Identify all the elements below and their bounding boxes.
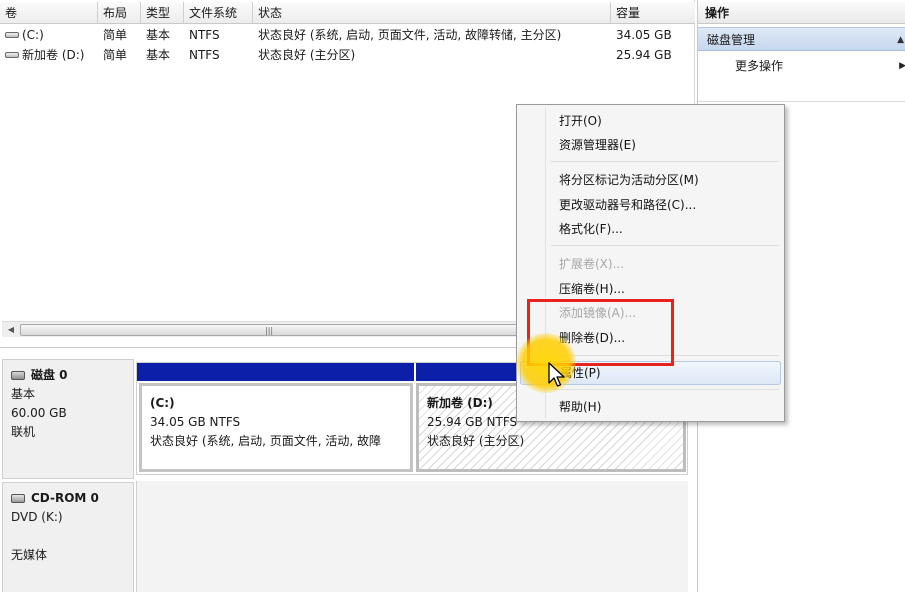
drive-icon xyxy=(5,32,19,38)
divider xyxy=(698,101,905,102)
disk-size: 60.00 GB xyxy=(11,406,67,420)
column-header-capacity[interactable]: 容量 xyxy=(611,2,695,24)
column-header-filesystem[interactable]: 文件系统 xyxy=(184,2,253,24)
volume-name: (C:) xyxy=(22,28,44,42)
disk-name: CD-ROM 0 xyxy=(31,491,99,505)
menu-item-change-drive-letter[interactable]: 更改驱动器号和路径(C)... xyxy=(520,193,781,217)
menu-item-shrink-volume[interactable]: 压缩卷(H)... xyxy=(520,277,781,301)
menu-separator xyxy=(551,389,779,390)
disk-media: 无媒体 xyxy=(11,548,48,562)
cd-rom-0-label[interactable]: CD-ROM 0 DVD (K:) 无媒体 xyxy=(2,482,134,592)
volume-filesystem: NTFS xyxy=(189,28,220,42)
menu-item-format[interactable]: 格式化(F)... xyxy=(520,217,781,241)
scrollbar-thumb[interactable]: ||| xyxy=(20,324,520,336)
disk-0-label[interactable]: 磁盘 0 基本 60.00 GB 联机 xyxy=(2,359,134,479)
menu-item-help[interactable]: 帮助(H) xyxy=(520,395,781,419)
table-row[interactable]: (C:) 简单 基本 NTFS 状态良好 (系统, 启动, 页面文件, 活动, … xyxy=(0,25,695,45)
caret-up-icon[interactable]: ▲ xyxy=(897,28,904,52)
volume-status: 状态良好 (系统, 启动, 页面文件, 活动, 故障转储, 主分区) xyxy=(258,28,562,42)
volume-type: 基本 xyxy=(146,28,171,42)
menu-item-open[interactable]: 打开(O) xyxy=(520,109,781,133)
actions-section-label: 磁盘管理 xyxy=(707,33,756,47)
volume-list-header: 卷 布局 类型 文件系统 状态 容量 xyxy=(0,2,695,24)
cd-rom-0-area xyxy=(136,481,688,592)
menu-item-extend-volume: 扩展卷(X)... xyxy=(559,257,625,271)
disk-type: DVD (K:) xyxy=(11,510,63,524)
more-actions-label: 更多操作 xyxy=(735,59,784,73)
disk-state: 联机 xyxy=(11,425,36,439)
cd-rom-icon xyxy=(11,494,25,503)
menu-item-explorer[interactable]: 资源管理器(E) xyxy=(520,133,781,157)
caret-right-icon: ▶ xyxy=(899,61,905,71)
hard-disk-icon xyxy=(11,371,25,380)
menu-separator xyxy=(551,355,779,356)
column-header-volume[interactable]: 卷 xyxy=(0,2,98,24)
more-actions-item[interactable]: 更多操作 ▶ xyxy=(698,55,905,77)
partition-status: 状态良好 (主分区) xyxy=(427,434,525,448)
drive-icon xyxy=(5,52,19,58)
menu-separator xyxy=(551,161,779,162)
volume-layout: 简单 xyxy=(103,48,128,62)
volume-capacity: 34.05 GB xyxy=(616,28,672,42)
menu-item-properties[interactable]: 属性(P) xyxy=(520,361,781,385)
disk-type: 基本 xyxy=(11,387,36,401)
table-row[interactable]: 新加卷 (D:) 简单 基本 NTFS 状态良好 (主分区) 25.94 GB xyxy=(0,45,695,65)
grip-icon: ||| xyxy=(265,326,274,335)
menu-item-delete-volume[interactable]: 删除卷(D)... xyxy=(520,326,781,350)
volume-type: 基本 xyxy=(146,48,171,62)
menu-item-add-mirror: 添加镜像(A)... xyxy=(559,306,637,320)
column-header-layout[interactable]: 布局 xyxy=(98,2,141,24)
volume-filesystem: NTFS xyxy=(189,48,220,62)
volume-name: 新加卷 (D:) xyxy=(22,48,85,62)
column-header-status[interactable]: 状态 xyxy=(253,2,611,24)
partition-bar-c xyxy=(137,363,414,381)
volume-capacity: 25.94 GB xyxy=(616,48,672,62)
context-menu: 打开(O) 资源管理器(E) 将分区标记为活动分区(M) 更改驱动器号和路径(C… xyxy=(516,104,785,422)
partition-status: 状态良好 (系统, 启动, 页面文件, 活动, 故障 xyxy=(150,434,382,448)
volume-layout: 简单 xyxy=(103,28,128,42)
actions-section-disk-management[interactable]: 磁盘管理 ▲ xyxy=(698,27,905,51)
actions-title: 操作 xyxy=(698,2,905,24)
scroll-left-arrow-icon[interactable]: ◀ xyxy=(4,322,18,338)
partition-name: (C:) xyxy=(150,396,175,410)
partition-c[interactable]: (C:) 34.05 GB NTFS 状态良好 (系统, 启动, 页面文件, 活… xyxy=(139,383,413,472)
menu-separator xyxy=(551,245,779,246)
volume-status: 状态良好 (主分区) xyxy=(258,48,356,62)
column-header-type[interactable]: 类型 xyxy=(141,2,184,24)
disk-name: 磁盘 0 xyxy=(31,368,68,382)
partition-size: 34.05 GB NTFS xyxy=(150,415,241,429)
menu-item-mark-active[interactable]: 将分区标记为活动分区(M) xyxy=(520,168,781,192)
